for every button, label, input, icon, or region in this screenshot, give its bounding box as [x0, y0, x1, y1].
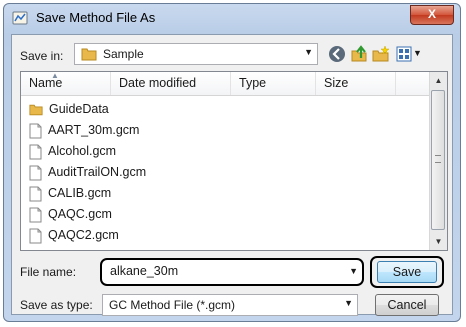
list-item[interactable]: QAQC.gcm — [29, 203, 112, 225]
list-item-label: CALIB.gcm — [48, 186, 112, 200]
list-item[interactable]: CALIB.gcm — [29, 182, 111, 204]
save-in-value: Sample — [103, 47, 144, 61]
file-list[interactable]: ▲ Name Date modified Type Size GuideData — [20, 71, 448, 251]
file-icon — [29, 207, 42, 223]
column-type-label: Type — [239, 76, 267, 90]
save-button-highlight: Save — [370, 256, 444, 288]
chevron-down-icon[interactable]: ▼ — [349, 266, 358, 276]
save-as-type-value: GC Method File (*.gcm) — [109, 298, 236, 312]
column-size-label: Size — [324, 76, 349, 90]
close-button[interactable]: X — [410, 5, 454, 25]
window-title: Save Method File As — [36, 10, 156, 25]
file-icon — [29, 165, 42, 181]
dialog-body: Save in: Sample ▼ ▼ ▲ Name Date modified… — [11, 34, 453, 316]
title-bar[interactable]: Save Method File As X — [4, 4, 460, 32]
file-name-value: alkane_30m — [110, 264, 179, 278]
file-icon — [29, 186, 42, 202]
app-icon — [12, 11, 28, 25]
list-item-folder[interactable]: GuideData — [29, 98, 109, 120]
file-name-field[interactable]: alkane_30m ▼ — [100, 258, 364, 286]
column-date-modified[interactable]: Date modified — [111, 72, 231, 95]
list-item-label: GuideData — [49, 102, 109, 116]
cancel-button[interactable]: Cancel — [375, 294, 439, 316]
list-item-label: Alcohol.gcm — [48, 144, 117, 158]
grip-icon — [435, 155, 441, 163]
list-item[interactable]: Alcohol.gcm — [29, 140, 116, 162]
list-item[interactable]: AuditTrailON.gcm — [29, 161, 146, 183]
vertical-scrollbar[interactable]: ▲ ▼ — [429, 72, 447, 250]
list-item-label: QAQC.gcm — [48, 207, 112, 221]
list-item-label: AuditTrailON.gcm — [48, 165, 147, 179]
close-icon: X — [427, 7, 436, 21]
scroll-up-icon[interactable]: ▲ — [430, 72, 447, 89]
back-icon[interactable] — [328, 45, 346, 63]
file-icon — [29, 123, 42, 139]
folder-icon — [81, 48, 97, 61]
file-icon — [29, 144, 42, 160]
list-item-label: QAQC2.gcm — [48, 228, 119, 242]
list-header: ▲ Name Date modified Type Size — [21, 72, 431, 96]
column-type[interactable]: Type — [231, 72, 316, 95]
list-item[interactable]: QAQC2.gcm — [29, 224, 119, 246]
scroll-thumb[interactable] — [431, 90, 445, 230]
save-in-label: Save in: — [20, 49, 64, 63]
folder-icon — [29, 104, 43, 116]
column-date-label: Date modified — [119, 76, 197, 90]
save-in-dropdown[interactable]: Sample ▼ — [74, 43, 318, 65]
list-item-label: AART_30m.gcm — [48, 123, 140, 137]
save-method-dialog: Save Method File As X Save in: Sample ▼ — [3, 3, 461, 322]
new-folder-icon[interactable] — [372, 45, 390, 63]
chevron-down-icon: ▼ — [304, 47, 313, 57]
scroll-down-icon[interactable]: ▼ — [430, 233, 447, 250]
file-icon — [29, 228, 42, 244]
save-button[interactable]: Save — [377, 261, 437, 283]
column-size[interactable]: Size — [316, 72, 396, 95]
column-name[interactable]: ▲ Name — [21, 72, 111, 95]
save-as-type-label: Save as type: — [20, 298, 93, 312]
view-menu-icon[interactable]: ▼ — [396, 45, 422, 63]
list-item[interactable]: AART_30m.gcm — [29, 119, 139, 141]
file-name-label: File name: — [20, 265, 77, 279]
sort-ascending-icon: ▲ — [51, 71, 59, 80]
up-folder-icon[interactable] — [350, 45, 368, 63]
save-as-type-dropdown[interactable]: GC Method File (*.gcm) ▼ — [102, 294, 358, 316]
chevron-down-icon: ▼ — [344, 298, 353, 308]
